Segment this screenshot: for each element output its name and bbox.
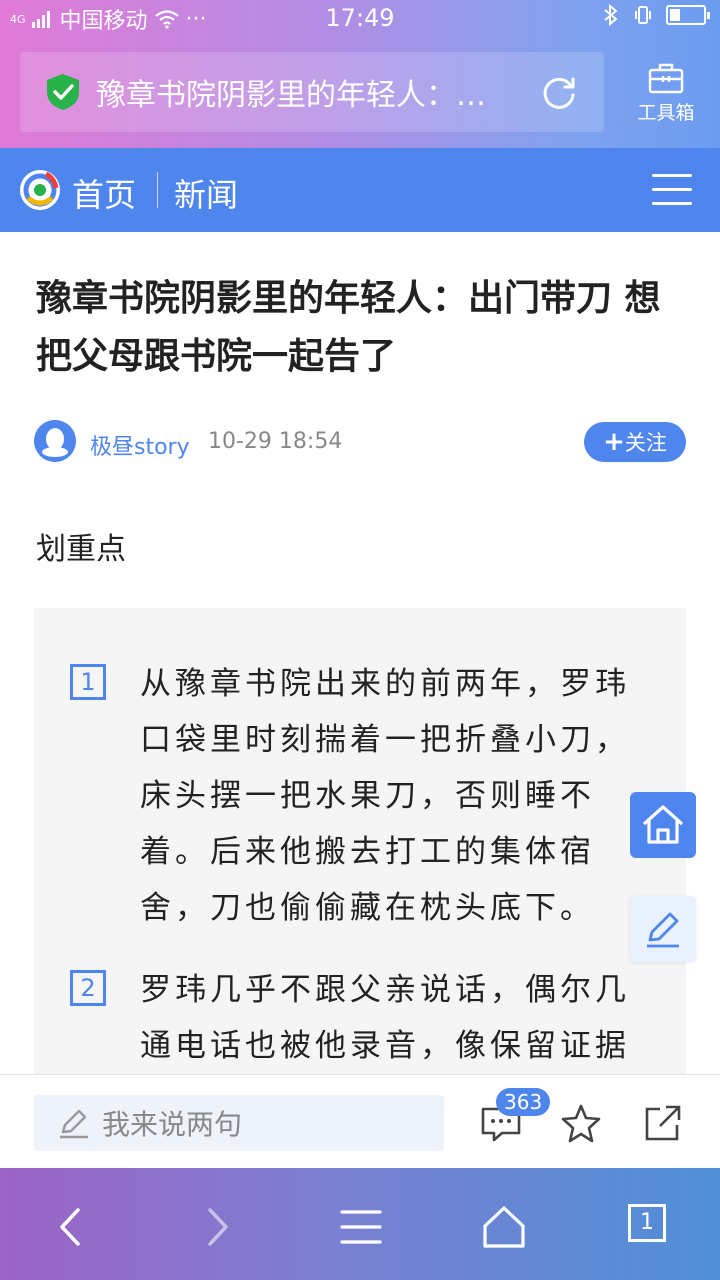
- highlight-number: 1: [70, 664, 106, 700]
- author-name[interactable]: 极昼story: [90, 429, 190, 461]
- address-bar[interactable]: 豫章书院阴影里的年轻人：出门带刀 想把父母跟书院一起告了: [20, 52, 604, 132]
- status-bar: 4G 中国移动 ··· 17:49: [0, 0, 720, 36]
- pencil-icon: [60, 1109, 88, 1139]
- plus-icon: +: [603, 427, 625, 457]
- float-home-button[interactable]: [630, 792, 696, 858]
- back-icon[interactable]: [46, 1202, 96, 1252]
- article-title: 豫章书院阴影里的年轻人：出门带刀 想把父母跟书院一起告了: [36, 278, 661, 377]
- secure-shield-icon: [47, 74, 79, 110]
- home-icon[interactable]: [479, 1202, 529, 1252]
- edit-icon: [647, 912, 679, 948]
- refresh-icon[interactable]: [540, 74, 578, 112]
- home-icon: [642, 805, 684, 844]
- highlights-heading: 划重点: [36, 532, 126, 567]
- toolbox-label: 工具箱: [637, 102, 695, 124]
- comment-placeholder: 我来说两句: [102, 1108, 243, 1141]
- follow-button[interactable]: +关注: [584, 422, 686, 462]
- battery-level: [670, 9, 680, 21]
- comment-bar: 我来说两句 363: [0, 1074, 720, 1170]
- toolbox-icon: [648, 63, 684, 94]
- qq-news-logo-icon[interactable]: [18, 168, 62, 212]
- highlight-text: 罗玮几乎不跟父亲说话，偶尔几通电话也被他录音，像保留证据: [140, 972, 630, 1064]
- browser-bottom-nav: 1: [0, 1168, 720, 1280]
- publish-time: 10-29 18:54: [208, 429, 343, 454]
- nav-news-link[interactable]: 新闻: [174, 170, 238, 216]
- nav-home-link[interactable]: 首页: [72, 170, 136, 216]
- follow-label: 关注: [624, 431, 667, 455]
- tabs-count-button[interactable]: 1: [628, 1204, 666, 1242]
- browser-header: 4G 中国移动 ··· 17:49 豫章书院阴影里的年轻人：出 工具箱: [0, 0, 720, 148]
- star-icon[interactable]: [560, 1103, 602, 1143]
- menu-icon[interactable]: [652, 174, 692, 206]
- share-icon[interactable]: [642, 1103, 684, 1143]
- bluetooth-icon: [604, 4, 618, 26]
- author-avatar[interactable]: [34, 420, 76, 462]
- menu-icon[interactable]: [336, 1202, 386, 1252]
- nav-divider: [157, 172, 158, 208]
- toolbox-button[interactable]: 工具箱: [628, 62, 704, 125]
- comment-input[interactable]: 我来说两句: [34, 1095, 444, 1151]
- vibrate-icon: [635, 6, 651, 24]
- site-nav: 首页 新闻: [0, 148, 720, 232]
- comment-count-badge: 363: [496, 1088, 551, 1116]
- float-edit-button[interactable]: [630, 896, 696, 962]
- highlight-text: 从豫章书院出来的前两年，罗玮口袋里时刻揣着一把折叠小刀，床头摆一把水果刀，否则睡…: [140, 666, 630, 926]
- highlight-number: 2: [70, 970, 106, 1006]
- highlights-box: 1 从豫章书院出来的前两年，罗玮口袋里时刻揣着一把折叠小刀，床头摆一把水果刀，否…: [34, 608, 686, 1078]
- battery-icon: [666, 5, 710, 25]
- forward-icon[interactable]: [192, 1202, 242, 1252]
- author-row: 极昼story 10-29 18:54 +关注: [34, 420, 686, 464]
- page-title-in-address-bar: 豫章书院阴影里的年轻人：出门带刀 想把父母跟书院一起告了: [96, 78, 506, 113]
